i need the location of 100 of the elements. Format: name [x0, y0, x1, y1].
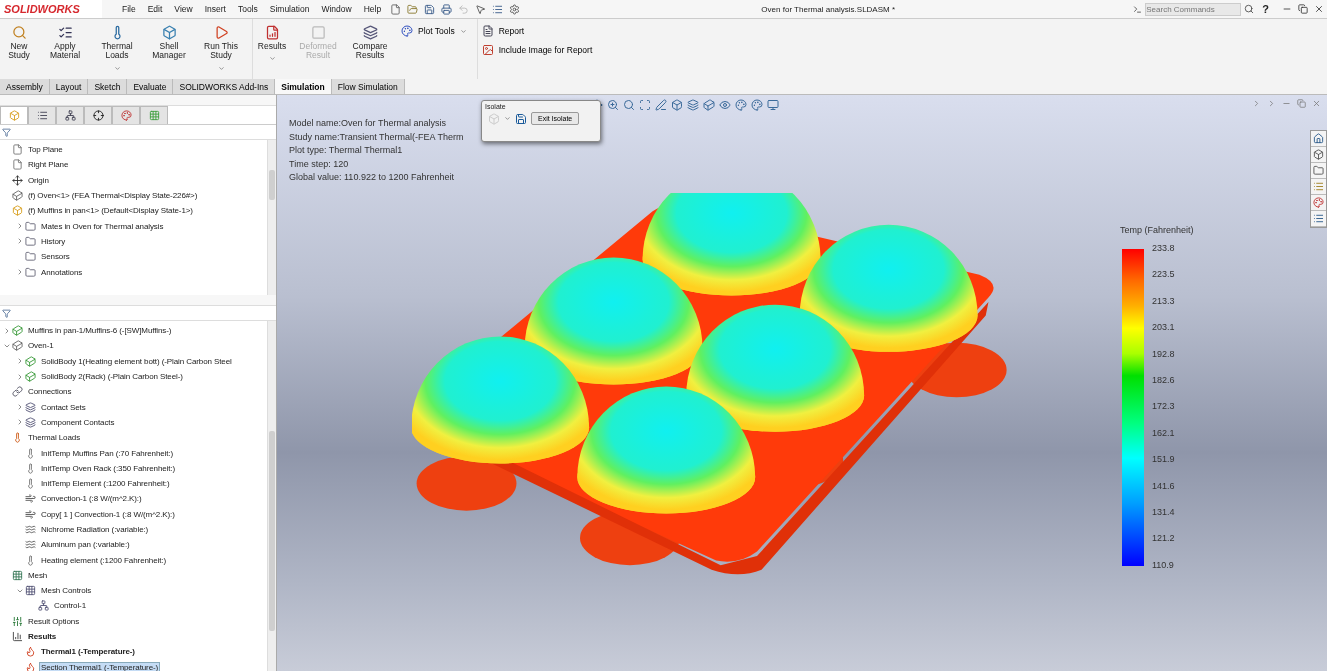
manager-tab[interactable] [84, 106, 112, 124]
list-icon[interactable] [492, 3, 504, 15]
tree-item[interactable]: Control-1 [52, 600, 88, 612]
tree-item[interactable]: Connections [26, 386, 74, 398]
task-pane-tab[interactable] [1311, 211, 1326, 227]
ribbon-tab[interactable]: Simulation [275, 79, 332, 94]
palette-icon[interactable] [751, 99, 763, 111]
list-icon [1313, 213, 1324, 224]
tree-item[interactable]: Section Thermal1 (-Temperature-) [39, 661, 161, 671]
tree-item[interactable]: Thermal Loads [26, 432, 83, 444]
ribbon-tab[interactable]: Evaluate [127, 79, 174, 94]
frame-icon[interactable] [639, 99, 651, 111]
menu-item[interactable]: Tools [231, 4, 264, 14]
folder-icon [25, 220, 36, 232]
save-icon[interactable] [424, 3, 436, 15]
tree-item[interactable]: Right Plane [26, 159, 71, 171]
tile-left-icon[interactable] [1252, 99, 1261, 108]
menu-item[interactable]: View [168, 4, 199, 14]
splitter-handle[interactable] [0, 95, 276, 106]
close-icon[interactable] [1314, 4, 1324, 14]
cube-icon[interactable] [703, 99, 715, 111]
tree-item[interactable]: Results [26, 631, 59, 643]
help-button[interactable]: ? [1262, 3, 1269, 15]
search-icon[interactable] [623, 99, 635, 111]
tree-item[interactable]: Aluminum pan (:variable:) [39, 539, 132, 551]
ribbon-button[interactable]: Results [253, 23, 291, 65]
tree-item[interactable]: Copy[ 1 ] Convection-1 (:8 W/(m^2.K):) [39, 508, 177, 520]
menu-item[interactable]: Window [315, 4, 358, 14]
tree-item[interactable]: InitTemp Oven Rack (:350 Fahrenheit:) [39, 462, 178, 474]
tree-item[interactable]: History [39, 235, 68, 247]
menu-item[interactable]: File [116, 4, 142, 14]
tree-item[interactable]: SolidBody 1(Heating element bott) (-Plain Carbon Steel [39, 355, 234, 367]
settings-icon[interactable] [509, 3, 521, 15]
task-pane-tab[interactable] [1311, 179, 1326, 195]
scrollbar[interactable] [267, 140, 276, 295]
ribbon-tab[interactable]: SOLIDWORKS Add-Ins [173, 79, 276, 94]
menu-item[interactable]: Help [357, 4, 388, 14]
monitor-icon[interactable] [767, 99, 779, 111]
task-pane-tab[interactable] [1311, 131, 1326, 147]
tree-item[interactable]: Top Plane [26, 144, 65, 156]
tree-item[interactable]: Annotations [39, 266, 85, 278]
tree-item[interactable]: Sensors [39, 251, 72, 263]
menu-item[interactable]: Insert [198, 4, 232, 14]
scrollbar[interactable] [267, 321, 276, 671]
ribbon-tab[interactable]: Assembly [0, 79, 50, 94]
tree-item[interactable]: Mesh Controls [39, 585, 94, 597]
new-document-icon[interactable] [390, 3, 402, 15]
menu-item[interactable]: Simulation [263, 4, 316, 14]
manager-tab[interactable] [56, 106, 84, 124]
menu-item[interactable]: Edit [141, 4, 169, 14]
filter-icon[interactable] [2, 308, 11, 318]
tree-item[interactable]: Mates in Oven for Thermal analysis [39, 220, 166, 232]
open-folder-icon[interactable] [407, 3, 419, 15]
tree-item[interactable]: (f) Muffins in pan<1> (Default<Display State-1>) [26, 205, 195, 217]
ribbon-button[interactable]: Run This Study [196, 23, 246, 74]
ribbon-tab[interactable]: Layout [49, 79, 89, 94]
ribbon-tab[interactable]: Flow Simulation [331, 79, 405, 94]
tree-item[interactable]: (f) Oven<1> (FEA Thermal<Display State-226#>) [26, 190, 200, 202]
printer-icon[interactable] [441, 3, 453, 15]
tree-item[interactable]: Muffins in pan-1/Muffins-6 (-[SW]Muffins-) [26, 325, 174, 337]
ribbon-tab[interactable]: Sketch [88, 79, 128, 94]
layers-icon[interactable] [687, 99, 699, 111]
tree-item[interactable]: InitTemp Element (:1200 Fahrenheit:) [39, 478, 172, 490]
tree-item[interactable]: SolidBody 2(Rack) (-Plain Carbon Steel-) [39, 371, 185, 383]
tree-item[interactable]: Convection-1 (:8 W/(m^2.K):) [39, 493, 144, 505]
pencil-icon[interactable] [655, 99, 667, 111]
zoom-icon[interactable] [607, 99, 619, 111]
tree-item[interactable]: Contact Sets [39, 401, 88, 413]
tree-item[interactable]: Nichrome Radiation (:variable:) [39, 524, 151, 535]
tree-item[interactable]: Origin [26, 174, 51, 186]
body-icon [25, 355, 36, 367]
ribbon-button[interactable]: Plot Tools [397, 23, 471, 39]
tree-item[interactable]: Result Options [26, 615, 82, 627]
palette-icon[interactable] [735, 99, 747, 111]
ribbon-button[interactable]: Report [477, 23, 597, 39]
save-icon[interactable] [515, 112, 527, 125]
tree-item[interactable]: Oven-1 [26, 340, 56, 352]
tree-item[interactable]: Thermal1 (-Temperature-) [39, 646, 137, 658]
restore-icon[interactable] [1298, 4, 1308, 14]
splitter-handle[interactable] [0, 295, 276, 306]
filter-icon[interactable] [2, 127, 11, 137]
tree-item[interactable]: Component Contacts [39, 416, 117, 428]
manager-tab[interactable] [28, 106, 56, 124]
tree-item[interactable]: Heating element (:1200 Fahrenheit:) [39, 554, 169, 566]
cube-icon[interactable] [671, 99, 683, 111]
task-pane-tab[interactable] [1311, 195, 1326, 211]
tree-item[interactable]: InitTemp Muffins Pan (:70 Fahrenheit:) [39, 447, 176, 459]
ribbon-button[interactable]: Include Image for Report [477, 42, 597, 58]
task-pane-tab[interactable] [1311, 147, 1326, 163]
search-field[interactable]: Search Commands [1145, 2, 1242, 16]
tile-right-icon[interactable] [1267, 99, 1276, 108]
eye-icon[interactable] [719, 99, 731, 111]
tree-item[interactable]: Mesh [26, 569, 50, 581]
ribbon-button[interactable]: Compare Results [345, 23, 395, 63]
ribbon-button[interactable]: Apply Material [40, 23, 90, 63]
pointer-icon[interactable] [475, 3, 487, 15]
ribbon-button[interactable]: New Study [0, 23, 38, 63]
task-pane-tab[interactable] [1311, 163, 1326, 179]
ribbon-button[interactable]: Shell Manager [144, 23, 194, 63]
ribbon-button[interactable]: Thermal Loads [92, 23, 142, 74]
